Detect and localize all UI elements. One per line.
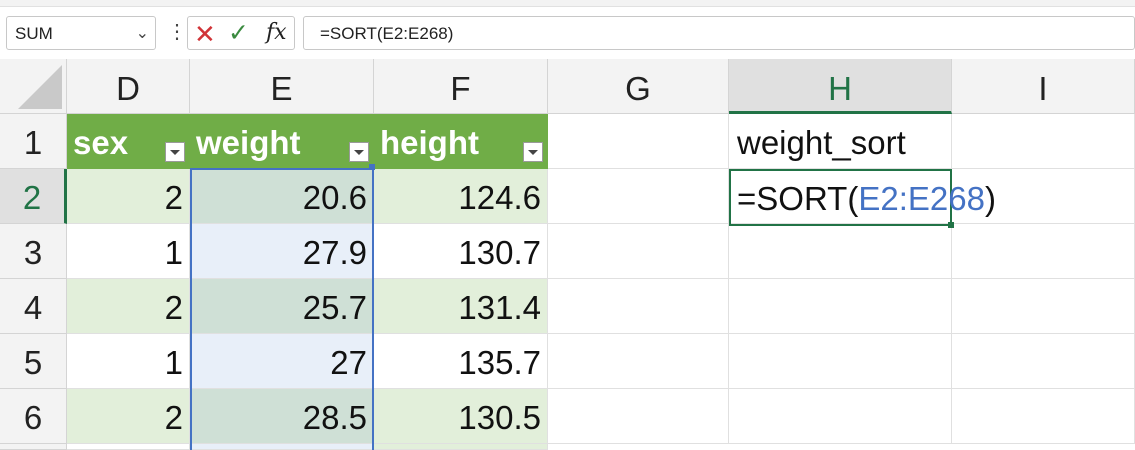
table-cell[interactable]: 135.7 bbox=[374, 334, 548, 389]
header-weight: weight bbox=[196, 124, 301, 161]
table-cell[interactable] bbox=[67, 444, 190, 450]
select-all-triangle bbox=[18, 65, 62, 109]
row-header-4[interactable]: 4 bbox=[0, 279, 67, 334]
chevron-down-icon[interactable]: ⌄ bbox=[136, 23, 149, 43]
ribbon-edge bbox=[0, 0, 1135, 7]
column-header-e[interactable]: E bbox=[190, 59, 374, 114]
cell-i4[interactable] bbox=[952, 279, 1135, 334]
table-header-cell[interactable]: height bbox=[374, 114, 548, 169]
table-cell[interactable]: 27.9 bbox=[190, 224, 374, 279]
table-cell[interactable]: 27 bbox=[190, 334, 374, 389]
cell-h5[interactable] bbox=[729, 334, 952, 389]
cell-g4[interactable] bbox=[548, 279, 729, 334]
row-header-1[interactable]: 1 bbox=[0, 114, 67, 169]
table-cell[interactable]: 2 bbox=[67, 389, 190, 444]
row-header-5[interactable]: 5 bbox=[0, 334, 67, 389]
cell-g2[interactable] bbox=[548, 169, 729, 224]
worksheet-grid: D E F G H I 1 2 3 4 5 6 sex weight heigh… bbox=[0, 59, 1135, 450]
table-cell[interactable]: 20.6 bbox=[190, 169, 374, 224]
row-header-3[interactable]: 3 bbox=[0, 224, 67, 279]
table-cell[interactable]: 1 bbox=[67, 224, 190, 279]
formula-bar: SUM ⌄ ⋮ ✕ ✓ fx =SORT(E2:E268) bbox=[0, 7, 1135, 59]
filter-dropdown-icon[interactable] bbox=[523, 142, 543, 162]
table-cell[interactable]: 2 bbox=[67, 279, 190, 334]
cell-h3[interactable] bbox=[729, 224, 952, 279]
cell-i5[interactable] bbox=[952, 334, 1135, 389]
row-header-6[interactable]: 6 bbox=[0, 389, 67, 444]
table-cell[interactable] bbox=[190, 444, 374, 450]
table-cell[interactable]: 25.7 bbox=[190, 279, 374, 334]
filter-dropdown-icon[interactable] bbox=[165, 142, 185, 162]
column-header-g[interactable]: G bbox=[548, 59, 729, 114]
table-cell[interactable]: 1 bbox=[67, 334, 190, 389]
table-cell[interactable]: 28.5 bbox=[190, 389, 374, 444]
row-header-7[interactable] bbox=[0, 444, 67, 450]
edit-prefix: =SORT( bbox=[737, 180, 859, 217]
cell-h4[interactable] bbox=[729, 279, 952, 334]
table-cell[interactable]: 124.6 bbox=[374, 169, 548, 224]
header-height: height bbox=[380, 124, 479, 161]
enter-icon[interactable]: ✓ bbox=[228, 18, 249, 48]
column-header-h[interactable]: H bbox=[729, 59, 952, 114]
formula-buttons: ✕ ✓ fx bbox=[187, 16, 295, 50]
cell-i1[interactable] bbox=[952, 114, 1135, 169]
cell-g1[interactable] bbox=[548, 114, 729, 169]
header-sex: sex bbox=[73, 124, 129, 161]
table-cell[interactable]: 2 bbox=[67, 169, 190, 224]
cell-g6[interactable] bbox=[548, 389, 729, 444]
range-corner-handle[interactable] bbox=[369, 164, 375, 170]
column-header-d[interactable]: D bbox=[67, 59, 190, 114]
table-cell[interactable]: 131.4 bbox=[374, 279, 548, 334]
table-header-cell[interactable]: sex bbox=[67, 114, 190, 169]
cell-h1[interactable]: weight_sort bbox=[729, 114, 952, 169]
table-cell[interactable] bbox=[374, 444, 548, 450]
row-header-2[interactable]: 2 bbox=[0, 169, 67, 224]
cancel-icon[interactable]: ✕ bbox=[194, 19, 216, 50]
edit-suffix: ) bbox=[984, 180, 996, 217]
insert-function-icon[interactable]: fx bbox=[266, 20, 287, 45]
cell-g3[interactable] bbox=[548, 224, 729, 279]
formula-text: =SORT(E2:E268) bbox=[320, 24, 454, 43]
formula-input[interactable]: =SORT(E2:E268) bbox=[303, 16, 1135, 50]
name-box[interactable]: SUM ⌄ bbox=[6, 16, 156, 50]
table-cell[interactable]: 130.5 bbox=[374, 389, 548, 444]
edit-range-ref: E2:E268 bbox=[858, 180, 985, 217]
cell-h6[interactable] bbox=[729, 389, 952, 444]
table-cell[interactable]: 130.7 bbox=[374, 224, 548, 279]
more-options-icon[interactable]: ⋮ bbox=[167, 18, 187, 48]
cell-i6[interactable] bbox=[952, 389, 1135, 444]
name-box-value: SUM bbox=[15, 24, 53, 43]
cell-edit-text[interactable]: =SORT(E2:E268) bbox=[737, 170, 996, 228]
column-header-i[interactable]: I bbox=[952, 59, 1135, 114]
cell-g5[interactable] bbox=[548, 334, 729, 389]
column-header-f[interactable]: F bbox=[374, 59, 548, 114]
cell-i3[interactable] bbox=[952, 224, 1135, 279]
filter-dropdown-icon[interactable] bbox=[349, 142, 369, 162]
table-header-cell[interactable]: weight bbox=[190, 114, 374, 169]
select-all-button[interactable] bbox=[0, 59, 67, 114]
